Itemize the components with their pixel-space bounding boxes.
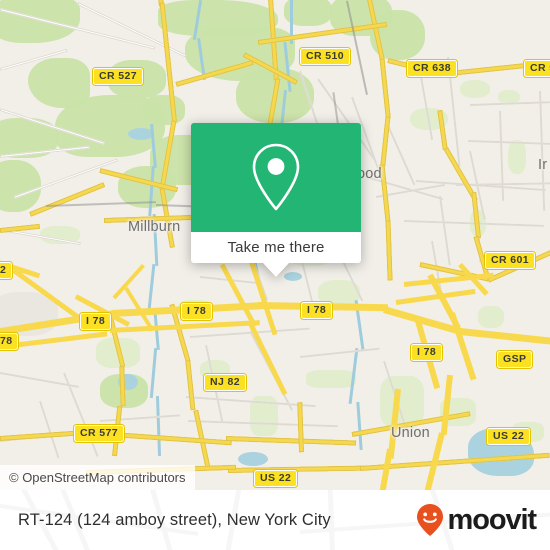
moovit-wordmark: moovit [447,503,538,536]
road-shield-us22-a: US 22 [252,469,299,488]
road-primary [225,436,356,446]
road-shield-left-78: 78 [0,332,20,351]
road-shield-us22-b: US 22 [485,427,532,446]
road-minor [299,347,380,358]
river [147,263,155,311]
footer-bar: RT-124 (124 amboy street), New York City… [0,490,550,550]
road-minor [39,400,60,459]
take-me-there-label: Take me there [227,239,325,256]
map-canvas[interactable]: Millburn ood Ir Union CR 527 CR 510 CR 6… [0,0,550,490]
moovit-map-screen: Millburn ood Ir Union CR 527 CR 510 CR 6… [0,0,550,550]
moovit-smiley-pin-icon [416,504,443,536]
road-shield-cr601: CR 601 [483,251,537,270]
place-label-irvington: Ir [538,157,548,173]
road-motorway-gsp [449,312,477,381]
road-primary [379,58,391,119]
road-shield-cr510: CR 510 [298,47,352,66]
map-attribution[interactable]: © OpenStreetMap contributors [0,465,195,490]
water-pond [238,452,268,466]
landuse-forest [143,95,185,125]
landuse-park [460,80,490,98]
road-shield-nj82: NJ 82 [202,373,248,392]
road-minor [439,195,451,266]
moovit-brand-logo[interactable]: moovit [415,503,538,537]
road-shield-i78-a: I 78 [78,312,113,331]
road-shield-cr5: CR 5 [523,59,550,78]
road-shield-cr638: CR 638 [405,59,459,78]
road-motorway-i78 [109,320,260,333]
take-me-there-button[interactable]: Take me there [191,232,361,263]
card-header [191,123,361,232]
road-primary [385,220,393,281]
place-label-millburn: Millburn [128,219,181,235]
place-label-union: Union [391,425,430,441]
road-shield-i78-c: I 78 [299,301,334,320]
road-primary [119,366,126,407]
river [356,401,363,451]
road-minor [99,414,180,422]
landuse-forest [0,0,80,43]
destination-popup-card[interactable]: Take me there [191,123,361,277]
landuse-park [306,370,356,388]
road-primary [185,360,196,411]
road-motorway-i78 [459,328,550,346]
road-shield-i78-d: I 78 [409,343,444,362]
road-shield-left-2: 2 [0,261,14,280]
road-shield-cr527: CR 527 [91,67,145,86]
landuse-forest [0,160,41,212]
road-minor [469,101,550,106]
map-pin-icon [252,143,300,210]
road-shield-cr577: CR 577 [72,424,126,443]
road-minor [385,120,416,186]
card-pointer-tail [263,263,289,277]
river [155,395,162,457]
road-minor [539,90,546,211]
destination-title: RT-124 (124 amboy street), New York City [18,510,331,529]
landuse-park [508,140,526,174]
river [149,347,158,399]
road-primary [111,432,232,445]
road-primary [297,402,304,453]
road-shield-gsp: GSP [495,350,534,369]
road-primary [380,116,391,167]
landuse-park [478,306,504,328]
attribution-text: © OpenStreetMap contributors [9,470,186,485]
road-shield-i78-b: I 78 [179,302,214,321]
road-primary [227,465,369,473]
